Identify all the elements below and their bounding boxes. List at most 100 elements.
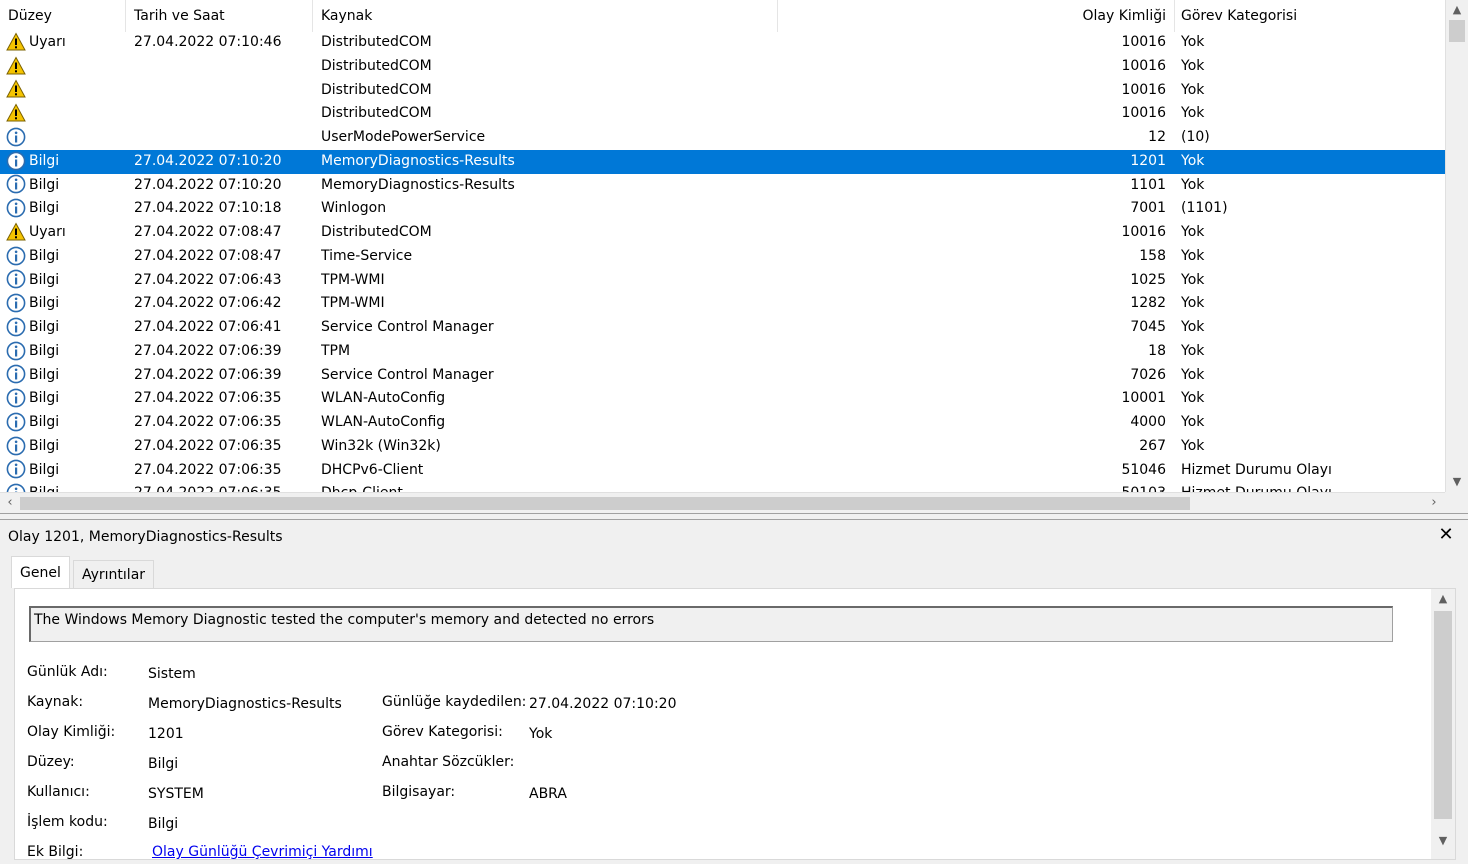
level-cell: Bilgi: [6, 364, 126, 388]
computer-label: Bilgisayar:: [382, 784, 456, 800]
datetime-cell: 27.04.2022 07:10:20: [134, 152, 282, 169]
event-list-pane: Düzey Tarih ve Saat Kaynak Olay Kimliği …: [0, 0, 1468, 514]
scroll-down-arrow-icon[interactable]: ▼: [1446, 472, 1468, 492]
tab-general[interactable]: Genel: [11, 556, 70, 588]
task-category-cell: Yok: [1181, 34, 1205, 50]
column-header-level[interactable]: Düzey: [0, 0, 126, 32]
info-icon: [6, 483, 26, 492]
info-icon: [6, 436, 26, 456]
info-icon: [6, 174, 26, 194]
table-row[interactable]: Bilgi 27.04.2022 07:10:20 MemoryDiagnostic…: [0, 149, 1445, 174]
level-cell: Bilgi: [6, 387, 126, 411]
close-icon[interactable]: ✕: [1436, 524, 1456, 546]
task-category-cell: Yok: [1181, 152, 1205, 169]
detail-scroll-thumb[interactable]: [1434, 611, 1452, 819]
source-cell: DistributedCOM: [321, 105, 432, 122]
source-cell: DistributedCOM: [321, 224, 432, 240]
level-cell: [6, 79, 126, 103]
list-vertical-scrollbar[interactable]: ▲ ▼: [1445, 0, 1468, 492]
list-horizontal-scrollbar[interactable]: ‹ ›: [0, 492, 1445, 513]
column-header-datetime[interactable]: Tarih ve Saat: [126, 0, 313, 32]
table-row[interactable]: Bilgi 27.04.2022 07:08:47 Time-Service 158 Y…: [0, 245, 1445, 269]
source-value: MemoryDiagnostics-Results: [148, 696, 342, 712]
task-category-cell: Yok: [1181, 414, 1205, 430]
info-icon: [6, 341, 26, 361]
event-description[interactable]: The Windows Memory Diagnostic tested the…: [29, 606, 1393, 642]
hscroll-thumb[interactable]: [20, 497, 1190, 510]
table-row[interactable]: Bilgi 27.04.2022 07:10:18 Winlogon 7001 (110…: [0, 197, 1445, 221]
detail-vertical-scrollbar[interactable]: ▲ ▼: [1431, 589, 1455, 859]
event-id-cell: 1201: [1130, 152, 1166, 169]
warning-icon: [6, 79, 26, 99]
column-header-task-category[interactable]: Görev Kategorisi: [1173, 0, 1445, 32]
info-icon: [6, 317, 26, 337]
info-icon: [6, 151, 26, 171]
table-row[interactable]: Bilgi 27.04.2022 07:06:35 WLAN-AutoConfig 1…: [0, 387, 1445, 411]
level-text: Bilgi: [29, 437, 60, 454]
table-row[interactable]: Bilgi 27.04.2022 07:06:41 Service Control …: [0, 316, 1445, 340]
task-category-cell: Yok: [1181, 81, 1205, 98]
level-text: Uyarı: [29, 224, 66, 240]
datetime-cell: 27.04.2022 07:06:35: [134, 437, 282, 454]
table-row[interactable]: Bilgi 27.04.2022 07:06:35 WLAN-AutoConfig 4…: [0, 411, 1445, 435]
table-row[interactable]: Bilgi 27.04.2022 07:06:35 Dhcp-Client 50103…: [0, 482, 1445, 492]
level-text: Bilgi: [29, 414, 60, 430]
level-text: Bilgi: [29, 461, 60, 478]
table-row[interactable]: Bilgi 27.04.2022 07:10:20 MemoryDiagnostic…: [0, 174, 1445, 198]
table-row[interactable]: Uyarı 27.04.2022 07:08:47 DistributedCOM 10…: [0, 221, 1445, 245]
scroll-thumb[interactable]: [1449, 20, 1465, 42]
level-cell: [6, 55, 126, 79]
datetime-cell: [134, 126, 314, 150]
level-text: Bilgi: [29, 390, 60, 407]
column-header-event-id[interactable]: Olay Kimliği: [778, 0, 1175, 32]
tab-details[interactable]: Ayrıntılar: [73, 560, 155, 588]
table-row[interactable]: DistributedCOM 10016 Yok: [0, 79, 1445, 103]
task-category-cell: Yok: [1181, 57, 1205, 74]
warning-icon: [6, 56, 26, 76]
table-row[interactable]: DistributedCOM 10016 Yok: [0, 55, 1445, 79]
level-cell: Bilgi: [6, 150, 126, 174]
level-text: Bilgi: [29, 342, 60, 359]
event-id-cell: 1282: [1130, 295, 1166, 312]
level-cell: [6, 102, 126, 126]
task-category-cell: Yok: [1181, 271, 1205, 288]
table-row[interactable]: Uyarı 27.04.2022 07:10:46 DistributedCOM 10…: [0, 31, 1445, 55]
table-row[interactable]: Bilgi 27.04.2022 07:06:42 TPM-WMI 1282 Yok: [0, 292, 1445, 316]
table-row[interactable]: Bilgi 27.04.2022 07:06:43 TPM-WMI 1025 Yok: [0, 269, 1445, 293]
table-row[interactable]: Bilgi 27.04.2022 07:06:39 Service Control …: [0, 364, 1445, 388]
table-row[interactable]: Bilgi 27.04.2022 07:06:35 Win32k (Win32k) 2…: [0, 435, 1445, 459]
level-cell: Bilgi: [6, 411, 126, 435]
source-cell: Dhcp-Client: [321, 482, 781, 492]
scroll-up-arrow-icon[interactable]: ▲: [1446, 0, 1468, 20]
source-cell: Service Control Manager: [321, 319, 494, 335]
datetime-cell: [134, 79, 314, 103]
event-id-cell: 10016: [1121, 34, 1166, 50]
task-category-cell: Yok: [1181, 390, 1205, 407]
detail-scroll-up-arrow-icon[interactable]: ▲: [1431, 589, 1455, 609]
level-value: Bilgi: [148, 756, 179, 772]
column-header-source[interactable]: Kaynak: [313, 0, 778, 32]
table-row[interactable]: UserModePowerService 12 (10): [0, 126, 1445, 150]
scroll-right-arrow-icon[interactable]: ›: [1424, 493, 1444, 513]
level-label: Düzey:: [27, 754, 75, 770]
warning-icon: [6, 32, 26, 52]
table-row[interactable]: DistributedCOM 10016 Yok: [0, 102, 1445, 126]
datetime-cell: 27.04.2022 07:06:39: [134, 366, 282, 383]
source-cell: TPM: [321, 342, 351, 359]
log-name-label: Günlük Adı:: [27, 664, 108, 680]
datetime-cell: 27.04.2022 07:06:35: [134, 461, 282, 478]
detail-scroll-down-arrow-icon[interactable]: ▼: [1431, 831, 1455, 851]
table-row[interactable]: Bilgi 27.04.2022 07:06:35 DHCPv6-Client 510…: [0, 459, 1445, 483]
level-text: Bilgi: [29, 176, 60, 193]
source-cell: MemoryDiagnostics-Results: [321, 152, 515, 169]
datetime-cell: [134, 55, 314, 79]
table-row[interactable]: Bilgi 27.04.2022 07:06:39 TPM 18 Yok: [0, 340, 1445, 364]
online-help-link[interactable]: Olay Günlüğü Çevrimiçi Yardımı: [152, 844, 373, 859]
source-cell: Winlogon: [321, 200, 387, 217]
event-id-cell: 7001: [1130, 200, 1166, 217]
event-id-cell: 158: [1139, 247, 1166, 264]
datetime-cell: 27.04.2022 07:06:41: [134, 319, 282, 335]
event-detail-pane: Olay 1201, MemoryDiagnostics-Results ✕ G…: [0, 519, 1468, 864]
source-cell: DistributedCOM: [321, 57, 432, 74]
scroll-left-arrow-icon[interactable]: ‹: [0, 493, 20, 513]
